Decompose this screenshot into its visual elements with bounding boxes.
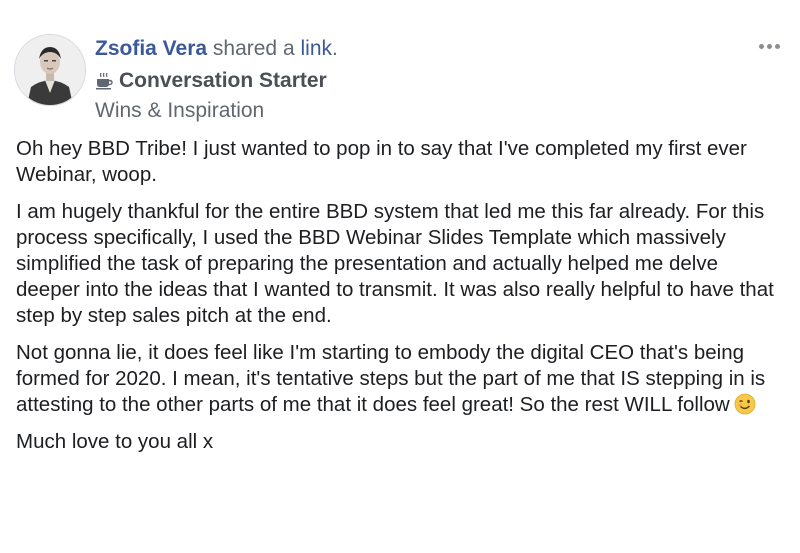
author-name[interactable]: Zsofia Vera <box>95 37 207 60</box>
post-paragraph: I am hugely thankful for the entire BBD … <box>16 200 774 327</box>
more-options-button[interactable] <box>752 36 786 56</box>
topic-label: Conversation Starter <box>119 69 327 92</box>
post-body: Oh hey BBD Tribe! I just wanted to pop i… <box>16 136 786 466</box>
coffee-cup-icon <box>96 72 113 90</box>
more-dot <box>766 43 772 49</box>
action-text: shared a <box>212 37 295 60</box>
shared-link[interactable]: link <box>300 37 332 60</box>
winking-smile-emoji <box>734 393 756 415</box>
author-avatar[interactable] <box>14 34 86 106</box>
post-paragraph-text: Not gonna lie, it does feel like I'm sta… <box>16 341 766 416</box>
post-paragraph-with-emoji: Not gonna lie, it does feel like I'm sta… <box>16 340 786 418</box>
group-name[interactable]: Wins & Inspiration <box>95 98 264 124</box>
post-paragraph: Much love to you all x <box>16 430 214 453</box>
post-paragraph: Oh hey BBD Tribe! I just wanted to pop i… <box>16 137 747 186</box>
header-period: . <box>332 37 338 60</box>
post-card: Zsofia Vera shared a link. Conversation … <box>0 0 800 553</box>
post-header: Zsofia Vera shared a link. <box>95 36 338 62</box>
avatar-image <box>15 35 85 105</box>
more-dot <box>774 43 780 49</box>
more-dot <box>758 43 764 49</box>
topic-tag[interactable]: Conversation Starter <box>95 68 327 94</box>
